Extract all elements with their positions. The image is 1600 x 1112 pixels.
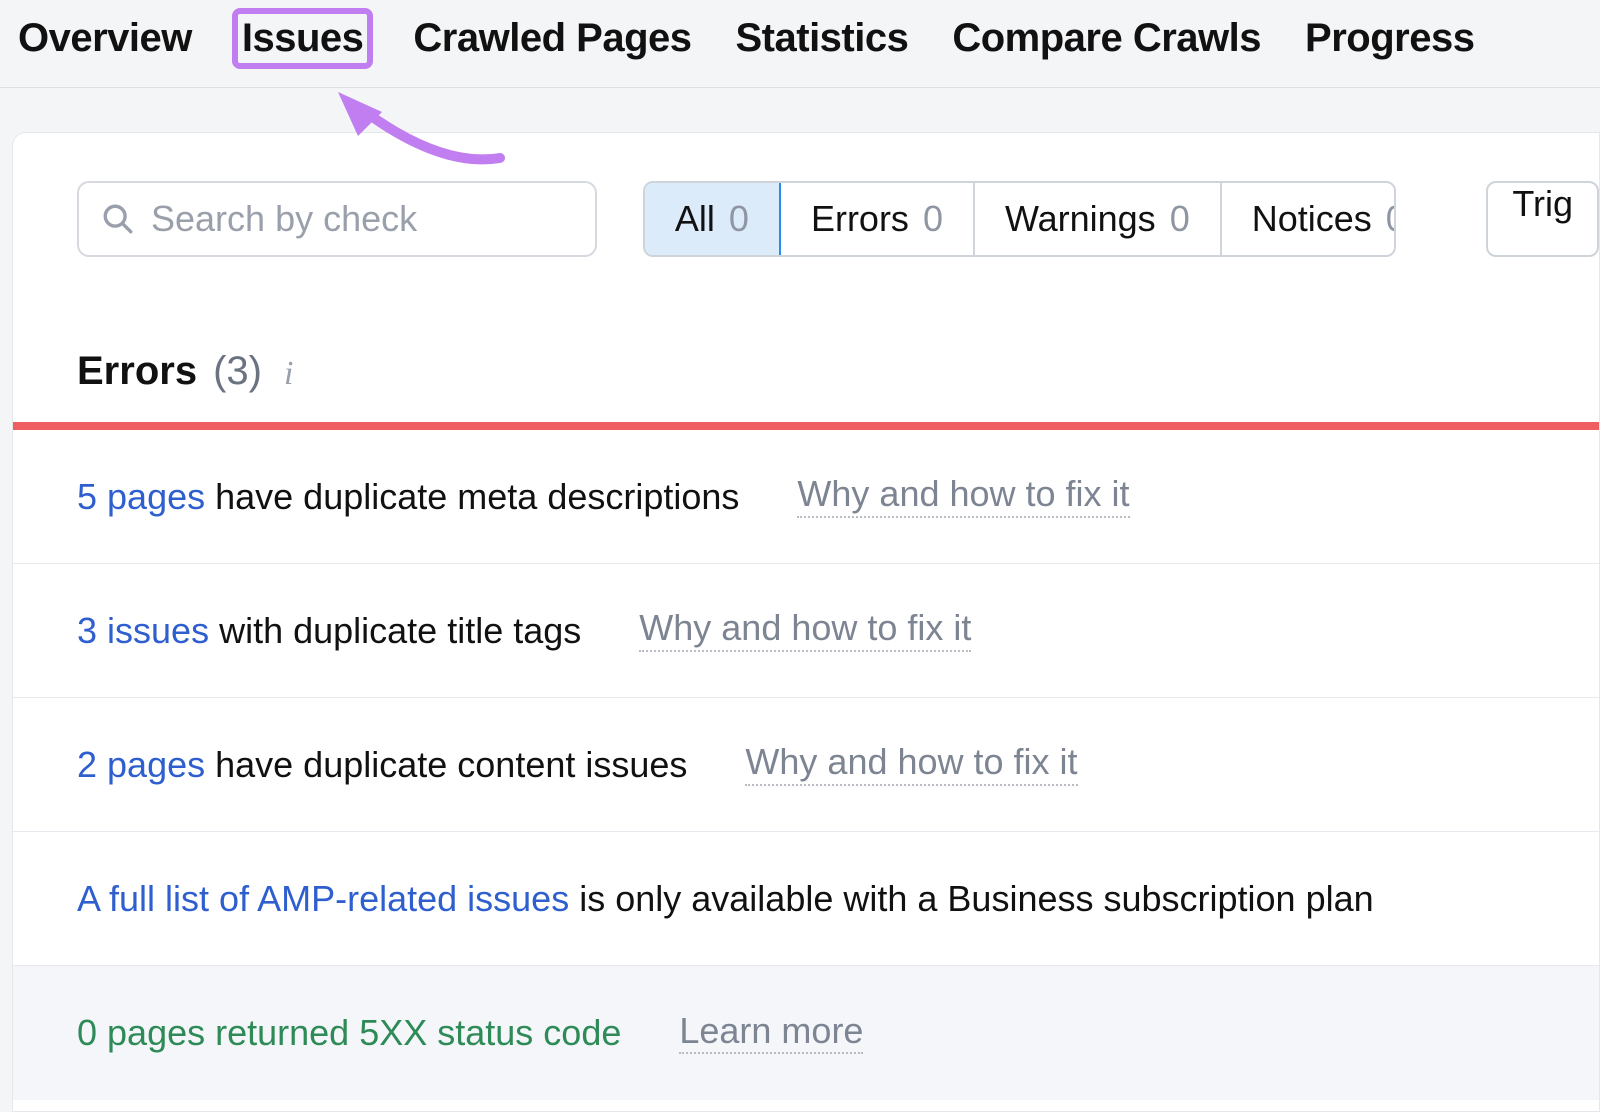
tab-crawled-pages[interactable]: Crawled Pages	[409, 14, 695, 63]
filter-warnings-label: Warnings	[1005, 198, 1156, 240]
issues-list: 5 pages have duplicate meta descriptions…	[13, 430, 1599, 1100]
filter-all-count: 0	[729, 198, 749, 240]
filter-warnings[interactable]: Warnings 0	[975, 183, 1222, 255]
section-count: (3)	[213, 349, 262, 394]
errors-divider	[13, 422, 1599, 430]
issue-text: 2 pages have duplicate content issues	[77, 744, 687, 786]
search-field[interactable]	[77, 181, 597, 257]
top-tabs: Overview Issues Crawled Pages Statistics…	[0, 0, 1600, 88]
section-title: Errors	[77, 349, 197, 394]
issue-rest-text: with duplicate title tags	[209, 610, 581, 651]
filter-notices-label: Notices	[1252, 198, 1372, 240]
issue-link[interactable]: 2 pages	[77, 744, 205, 785]
issue-row: 3 issues with duplicate title tags Why an…	[13, 564, 1599, 698]
filter-notices[interactable]: Notices 0	[1222, 183, 1397, 255]
filter-errors[interactable]: Errors 0	[781, 183, 975, 255]
filter-errors-count: 0	[923, 198, 943, 240]
issue-row: 2 pages have duplicate content issues Why…	[13, 698, 1599, 832]
filter-all-label: All	[675, 198, 715, 240]
issue-link[interactable]: 3 issues	[77, 610, 209, 651]
tab-compare-crawls[interactable]: Compare Crawls	[948, 14, 1265, 63]
issue-text: A full list of AMP-related issues is onl…	[77, 878, 1374, 920]
errors-section-heading: Errors (3) i	[13, 257, 1599, 422]
tab-issues[interactable]: Issues	[232, 8, 374, 69]
issue-row: 5 pages have duplicate meta descriptions…	[13, 430, 1599, 564]
tab-progress[interactable]: Progress	[1301, 14, 1478, 63]
issue-text: 0 pages returned 5XX status code	[77, 1012, 621, 1054]
issue-rest-text: is only available with a Business subscr…	[569, 878, 1373, 919]
toolbar: All 0 Errors 0 Warnings 0 Notices 0 Trig	[13, 133, 1599, 257]
issues-panel: All 0 Errors 0 Warnings 0 Notices 0 Trig…	[12, 132, 1600, 1112]
tab-overview[interactable]: Overview	[14, 14, 196, 63]
issue-row: A full list of AMP-related issues is onl…	[13, 832, 1599, 966]
issue-text: 3 issues with duplicate title tags	[77, 610, 581, 652]
tab-statistics[interactable]: Statistics	[732, 14, 913, 63]
issue-row: 0 pages returned 5XX status code Learn mo…	[13, 966, 1599, 1100]
info-icon[interactable]: i	[278, 355, 293, 393]
issue-rest-text: have duplicate meta descriptions	[205, 476, 739, 517]
filter-notices-count: 0	[1386, 198, 1397, 240]
search-input[interactable]	[151, 198, 573, 240]
issue-rest-text: have duplicate content issues	[205, 744, 687, 785]
issue-help-link[interactable]: Learn more	[679, 1012, 863, 1055]
issue-link[interactable]: 5 pages	[77, 476, 205, 517]
issue-help-link[interactable]: Why and how to fix it	[639, 609, 971, 652]
issue-help-link[interactable]: Why and how to fix it	[745, 743, 1077, 786]
search-icon	[101, 202, 135, 236]
issue-text: 5 pages have duplicate meta descriptions	[77, 476, 739, 518]
issue-link[interactable]: 0 pages returned 5XX status code	[77, 1012, 621, 1053]
issue-help-link[interactable]: Why and how to fix it	[797, 475, 1129, 518]
filter-errors-label: Errors	[811, 198, 909, 240]
issue-link[interactable]: A full list of AMP-related issues	[77, 878, 569, 919]
filter-all[interactable]: All 0	[643, 181, 781, 257]
filter-warnings-count: 0	[1170, 198, 1190, 240]
filter-group: All 0 Errors 0 Warnings 0 Notices 0	[643, 181, 1396, 257]
trigger-button[interactable]: Trig	[1486, 181, 1599, 257]
